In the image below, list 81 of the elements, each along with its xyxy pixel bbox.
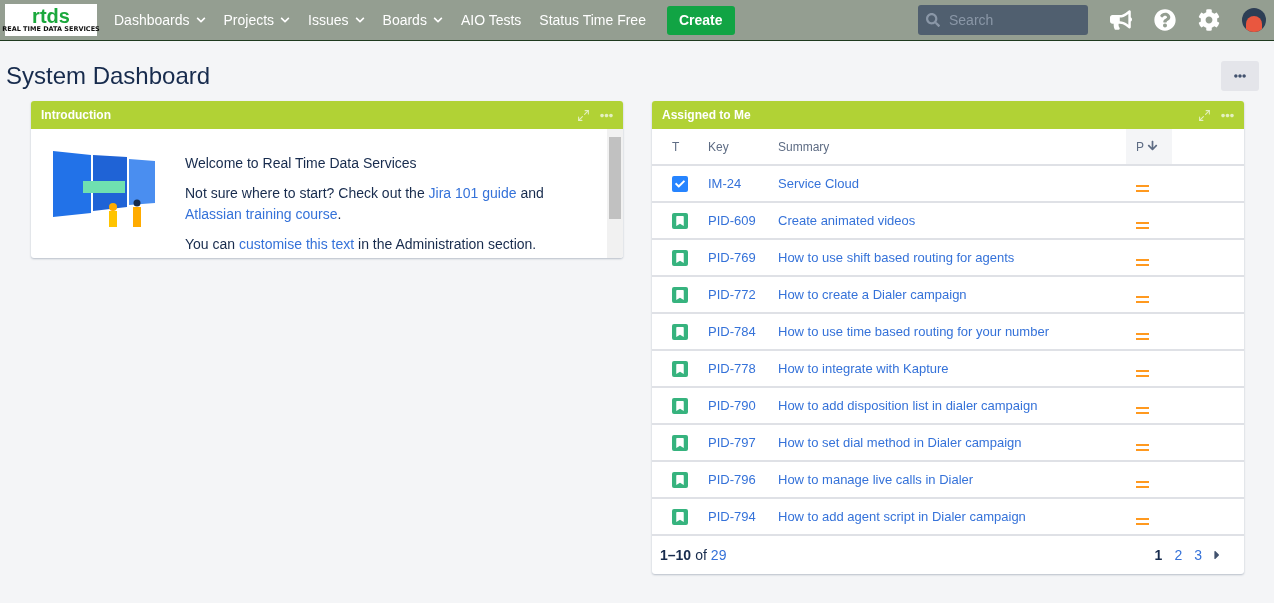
avatar[interactable]	[1242, 8, 1266, 32]
issue-summary-link[interactable]: How to add disposition list in dialer campaign	[778, 398, 1038, 413]
create-button[interactable]: Create	[666, 5, 735, 35]
total-count-link[interactable]: 29	[710, 547, 727, 563]
bookmark-icon	[672, 286, 688, 303]
bookmark-icon	[672, 434, 688, 451]
issue-key-link[interactable]: IM-24	[708, 176, 742, 191]
chevron-icon	[432, 15, 443, 25]
nav-menu-item[interactable]: Boards	[373, 4, 452, 36]
bookmark-icon	[672, 508, 688, 525]
search-field[interactable]: Search	[918, 5, 1088, 35]
nav-menu-item[interactable]: Dashboards	[105, 4, 215, 36]
megaphone-icon[interactable]	[1110, 9, 1132, 31]
intro-paragraph: Not sure where to start? Check out the Jira 101 guide and Atlassian training course.	[185, 184, 545, 224]
column-header[interactable]: Summary	[778, 139, 830, 154]
of-text: of	[695, 547, 707, 563]
issue-key-link[interactable]: PID-784	[708, 324, 756, 339]
bookmark-icon	[672, 323, 688, 340]
page-title: System Dashboard	[6, 62, 211, 90]
bookmark-icon	[672, 471, 688, 488]
scrollbar[interactable]	[607, 129, 623, 258]
nav-menu-item[interactable]: AIO Tests	[451, 4, 531, 36]
issue-key-link[interactable]: PID-796	[708, 472, 756, 487]
issue-summary-link[interactable]: How to set dial method in Dialer campaign	[778, 435, 1022, 450]
more-button[interactable]	[1221, 61, 1259, 91]
issue-summary-link[interactable]: How to manage live calls in Dialer	[778, 472, 974, 487]
page-link[interactable]: 1	[1150, 547, 1167, 563]
issue-key-link[interactable]: PID-797	[708, 435, 756, 450]
priority-icon	[1136, 481, 1149, 488]
priority-icon	[1136, 407, 1149, 414]
issue-key-link[interactable]: PID-778	[708, 361, 756, 376]
priority-icon	[1136, 296, 1149, 303]
range-text: 1–10	[660, 547, 692, 563]
priority-icon	[1136, 518, 1149, 525]
issue-key-link[interactable]: PID-769	[708, 250, 756, 265]
issue-key-link[interactable]: PID-772	[708, 287, 756, 302]
issue-key-link[interactable]: PID-609	[708, 213, 756, 228]
issue-summary-link[interactable]: How to use time based routing for your number	[778, 324, 1049, 339]
gadget-title: Assigned to Me	[662, 108, 751, 122]
issue-summary-link[interactable]: Create animated videos	[778, 213, 916, 228]
intro-paragraph: You can customise this text in the Administration section.	[185, 235, 538, 254]
column-header[interactable]: T	[672, 139, 680, 154]
text-link[interactable]: customise this text	[239, 236, 355, 252]
chevron-icon	[195, 15, 206, 25]
bookmark-icon	[672, 360, 688, 377]
issue-summary-link[interactable]: Service Cloud	[778, 176, 859, 191]
chevron-icon	[354, 15, 365, 25]
settings-icon[interactable]	[1198, 9, 1220, 31]
priority-icon	[1136, 370, 1149, 377]
priority-icon	[1136, 222, 1149, 229]
priority-icon	[1136, 259, 1149, 266]
sort-arrow-icon	[1147, 139, 1159, 151]
nav-menu-item[interactable]: Issues	[299, 4, 374, 36]
chevron-icon	[280, 15, 291, 25]
intro-paragraph: Welcome to Real Time Data Services	[185, 154, 418, 173]
page-link[interactable]: 2	[1170, 547, 1187, 563]
issue-summary-link[interactable]: How to create a Dialer campaign	[778, 287, 967, 302]
expand-icon[interactable]	[1198, 108, 1211, 122]
nav-menu-item[interactable]: Status Time Free	[530, 4, 655, 36]
bookmark-icon	[672, 397, 688, 414]
priority-icon	[1136, 444, 1149, 451]
priority-icon	[1136, 333, 1149, 340]
bookmark-icon	[672, 249, 688, 266]
checkbox-icon	[672, 175, 688, 192]
issue-summary-link[interactable]: How to use shift based routing for agents	[778, 250, 1015, 265]
column-header[interactable]: P	[1126, 129, 1172, 165]
logo-text: rtds	[32, 7, 70, 25]
issue-key-link[interactable]: PID-794	[708, 509, 756, 524]
help-icon[interactable]	[1154, 9, 1176, 31]
text-link[interactable]: Atlassian training course	[185, 206, 338, 222]
page-link[interactable]: 3	[1190, 547, 1206, 563]
issue-key-link[interactable]: PID-790	[708, 398, 756, 413]
priority-icon	[1136, 185, 1149, 192]
issue-summary-link[interactable]: How to integrate with Kapture	[778, 361, 949, 376]
gadget-title: Introduction	[41, 108, 111, 122]
expand-icon[interactable]	[577, 108, 590, 122]
column-header[interactable]: Key	[708, 139, 729, 154]
bookmark-icon	[672, 212, 688, 229]
nav-menu-item[interactable]: Projects	[214, 4, 300, 36]
issue-summary-link[interactable]: How to add agent script in Dialer campaign	[778, 509, 1026, 524]
text-link[interactable]: Jira 101 guide	[428, 185, 517, 201]
